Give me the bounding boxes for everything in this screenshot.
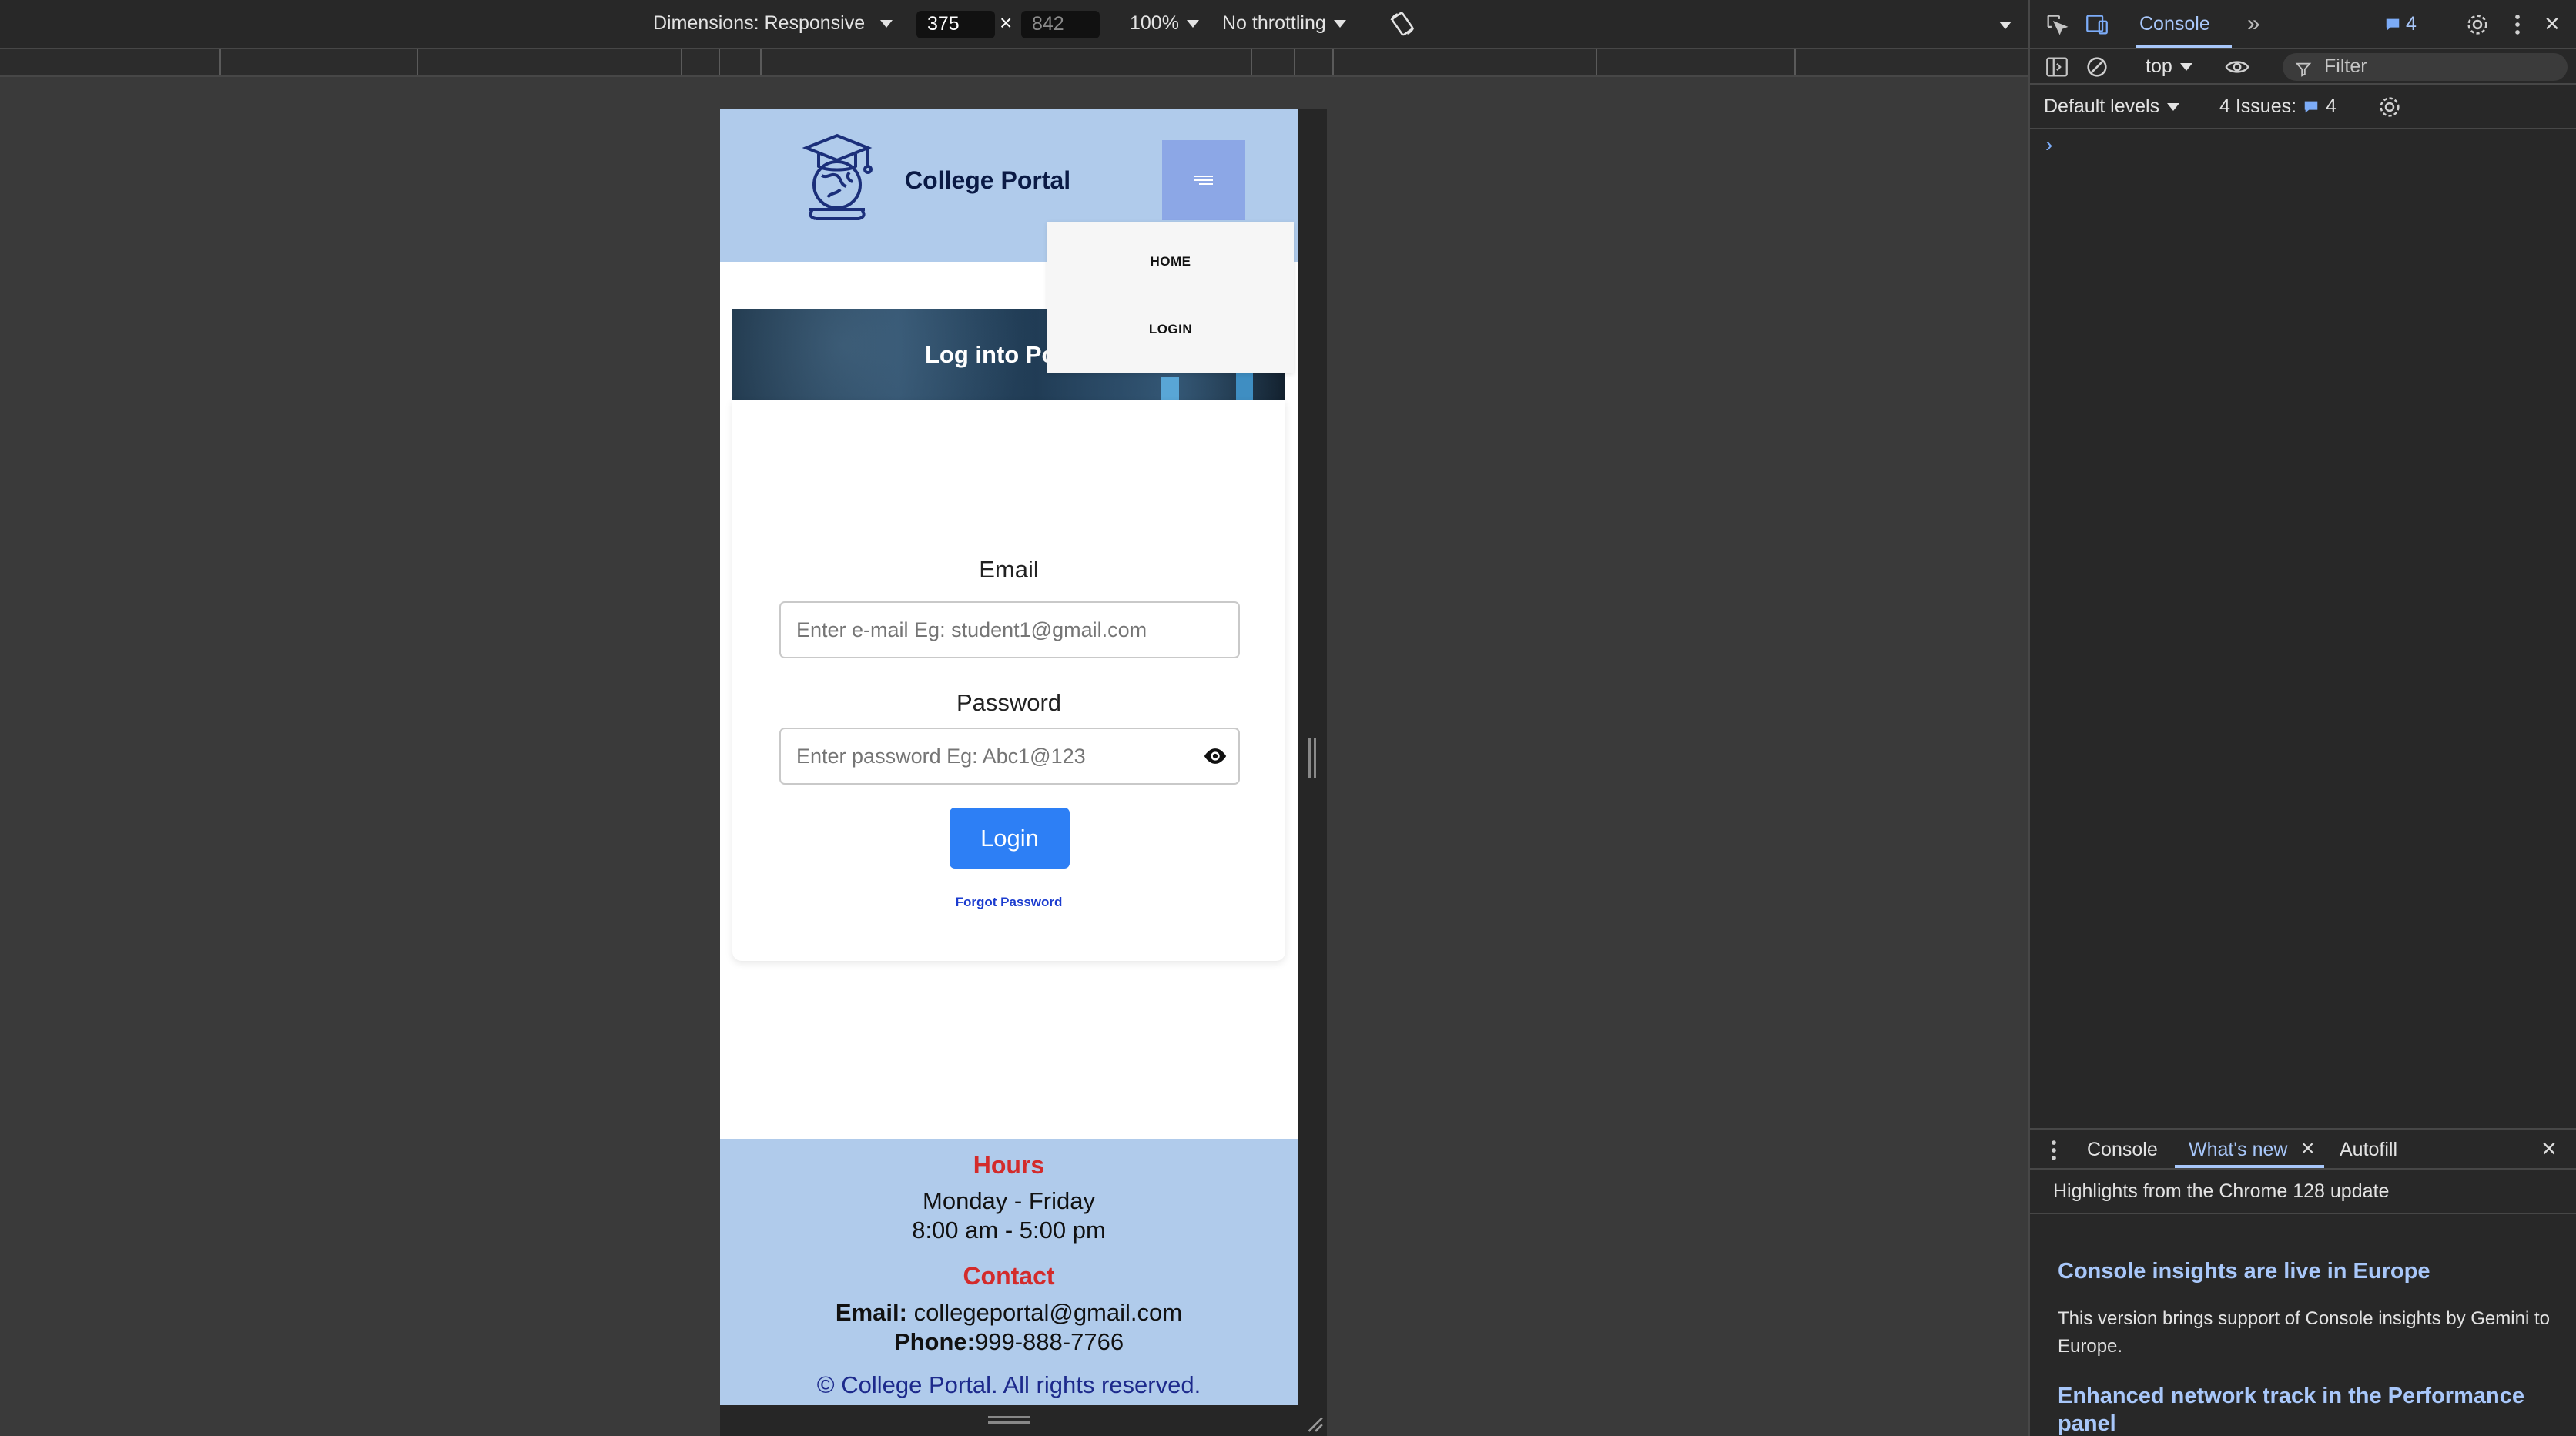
throttling-label: No throttling bbox=[1222, 12, 1326, 34]
graduation-globe-logo-icon bbox=[802, 133, 873, 220]
drawer-tab-autofill[interactable]: Autofill bbox=[2340, 1139, 2397, 1161]
banner-decoration bbox=[1236, 370, 1253, 400]
inspect-element-icon[interactable] bbox=[2044, 12, 2070, 38]
email-label: Email bbox=[979, 556, 1039, 583]
log-levels-label: Default levels bbox=[2044, 95, 2160, 117]
devtools-tabbar: Console » 4 × bbox=[2030, 0, 2576, 49]
forgot-password-link[interactable]: Forgot Password bbox=[732, 895, 1285, 910]
message-icon bbox=[2304, 101, 2318, 112]
toolbar-more-chevron-icon[interactable] bbox=[1999, 22, 2012, 29]
devtools-panel: Console » 4 × top Filter Default levels … bbox=[2028, 0, 2576, 1436]
chevron-down-icon bbox=[2167, 102, 2180, 111]
whats-new-subtitle: Highlights from the Chrome 128 update bbox=[2053, 1180, 2390, 1202]
zoom-dropdown[interactable]: 100% bbox=[1130, 12, 1199, 35]
banner-decoration bbox=[1161, 377, 1179, 400]
issues-count: 4 bbox=[2326, 95, 2336, 117]
hours-heading: Hours bbox=[973, 1151, 1045, 1179]
drawer-tab-console[interactable]: Console bbox=[2087, 1139, 2158, 1161]
viewport-resize-handle-bottom[interactable] bbox=[720, 1405, 1327, 1436]
active-tab-indicator bbox=[2136, 45, 2232, 48]
console-prompt[interactable]: › bbox=[2045, 132, 2052, 157]
contact-phone-value: 999-888-7766 bbox=[975, 1328, 1124, 1355]
issues-label: 4 Issues: bbox=[2219, 95, 2297, 117]
close-icon[interactable]: × bbox=[2544, 9, 2560, 39]
login-card: Email Enter e-mail Eg: student1@gmail.co… bbox=[732, 400, 1285, 961]
issues-badge-count: 4 bbox=[2406, 13, 2417, 35]
media-query-ruler[interactable] bbox=[0, 49, 2028, 77]
message-icon bbox=[2386, 18, 2400, 30]
dimensions-label: Dimensions: Responsive bbox=[653, 12, 866, 34]
chevron-down-icon bbox=[1186, 19, 1199, 28]
login-button[interactable]: Login bbox=[950, 808, 1070, 869]
close-tab-icon[interactable]: × bbox=[2301, 1136, 2315, 1162]
more-tabs-icon[interactable]: » bbox=[2247, 11, 2260, 37]
drag-handle-icon bbox=[988, 1416, 1030, 1424]
kebab-menu-icon[interactable] bbox=[2504, 12, 2531, 38]
issues-badge[interactable]: 4 bbox=[2384, 13, 2417, 35]
password-label: Password bbox=[956, 689, 1062, 716]
log-levels-dropdown[interactable]: Default levels bbox=[2044, 95, 2180, 118]
viewport-resize-handle-right[interactable] bbox=[1298, 109, 1327, 1405]
news-item-title[interactable]: Console insights are live in Europe bbox=[2058, 1257, 2558, 1285]
contact-phone-key: Phone: bbox=[893, 1328, 975, 1355]
throttling-dropdown[interactable]: No throttling bbox=[1222, 12, 1346, 35]
copyright-text: © College Portal. All rights reserved. bbox=[816, 1371, 1201, 1398]
drawer-tabbar: Console What's new × Autofill × bbox=[2030, 1130, 2576, 1170]
menu-icon bbox=[1194, 173, 1213, 187]
chevron-down-icon bbox=[1333, 19, 1346, 28]
eye-icon[interactable] bbox=[1202, 745, 1228, 768]
issues-counter[interactable]: 4 Issues: 4 bbox=[2219, 95, 2336, 118]
contact-email-value: collegeportal@gmail.com bbox=[913, 1299, 1183, 1326]
dimension-separator: × bbox=[1000, 11, 1013, 35]
console-settings-gear-icon[interactable] bbox=[2377, 94, 2403, 120]
nav-dropdown-menu: HOME LOGIN bbox=[1047, 222, 1294, 373]
news-item-body: This version brings support of Console i… bbox=[2058, 1308, 2550, 1357]
width-input[interactable]: 375 bbox=[916, 11, 995, 38]
device-toolbar: Dimensions: Responsive 375 × 842 100% No… bbox=[0, 0, 2028, 49]
context-label: top bbox=[2146, 55, 2172, 77]
context-selector[interactable]: top bbox=[2146, 55, 2192, 78]
hamburger-menu-button[interactable] bbox=[1162, 140, 1245, 220]
close-drawer-icon[interactable]: × bbox=[2541, 1134, 2557, 1164]
contact-email-key: Email: bbox=[835, 1299, 907, 1326]
zoom-label: 100% bbox=[1130, 12, 1179, 34]
filter-input[interactable]: Filter bbox=[2283, 53, 2568, 81]
tab-console[interactable]: Console bbox=[2139, 13, 2210, 35]
divider bbox=[2030, 1213, 2576, 1214]
eye-icon[interactable] bbox=[2224, 54, 2250, 80]
site-title: College Portal bbox=[905, 166, 1071, 194]
contact-email: Email: collegeportal@gmail.com bbox=[720, 1299, 1298, 1327]
dimensions-dropdown[interactable]: Dimensions: Responsive bbox=[653, 12, 893, 35]
email-field[interactable]: Enter e-mail Eg: student1@gmail.com bbox=[779, 601, 1240, 658]
hours-time: 8:00 am - 5:00 pm bbox=[912, 1217, 1106, 1244]
drawer-tab-whats-new[interactable]: What's new bbox=[2189, 1139, 2287, 1161]
resize-corner-icon[interactable] bbox=[1304, 1413, 1324, 1433]
device-toolbar-icon[interactable] bbox=[2084, 12, 2110, 38]
chevron-down-icon bbox=[880, 19, 893, 28]
contact-phone: Phone:999-888-7766 bbox=[720, 1328, 1298, 1356]
password-field[interactable]: Enter password Eg: Abc1@123 bbox=[779, 728, 1240, 785]
devtools-drawer: Console What's new × Autofill × Highligh… bbox=[2030, 1128, 2576, 1436]
clear-console-icon[interactable] bbox=[2084, 54, 2110, 80]
contact-heading: Contact bbox=[963, 1262, 1055, 1290]
sidebar-toggle-icon[interactable] bbox=[2044, 54, 2070, 80]
kebab-menu-icon[interactable] bbox=[2041, 1137, 2067, 1163]
nav-item-home[interactable]: HOME bbox=[1047, 254, 1294, 269]
rotate-icon[interactable] bbox=[1388, 9, 1417, 38]
hours-days: Monday - Friday bbox=[923, 1187, 1095, 1214]
drag-handle-icon bbox=[1308, 738, 1316, 778]
gear-icon[interactable] bbox=[2464, 12, 2491, 38]
console-levels-bar: Default levels 4 Issues: 4 bbox=[2030, 85, 2576, 129]
nav-item-login[interactable]: LOGIN bbox=[1047, 322, 1294, 337]
active-tab-indicator bbox=[2175, 1165, 2324, 1168]
news-item-title[interactable]: Enhanced network track in the Performanc… bbox=[2058, 1382, 2558, 1436]
site-footer: Hours Monday - Friday 8:00 am - 5:00 pm … bbox=[720, 1139, 1298, 1405]
filter-icon bbox=[2295, 62, 2312, 77]
chevron-down-icon bbox=[2179, 62, 2192, 71]
emulated-viewport: College Portal Log into Portal Email Ent… bbox=[720, 109, 1298, 1405]
console-toolbar: top Filter bbox=[2030, 49, 2576, 85]
height-input[interactable]: 842 bbox=[1021, 11, 1100, 38]
